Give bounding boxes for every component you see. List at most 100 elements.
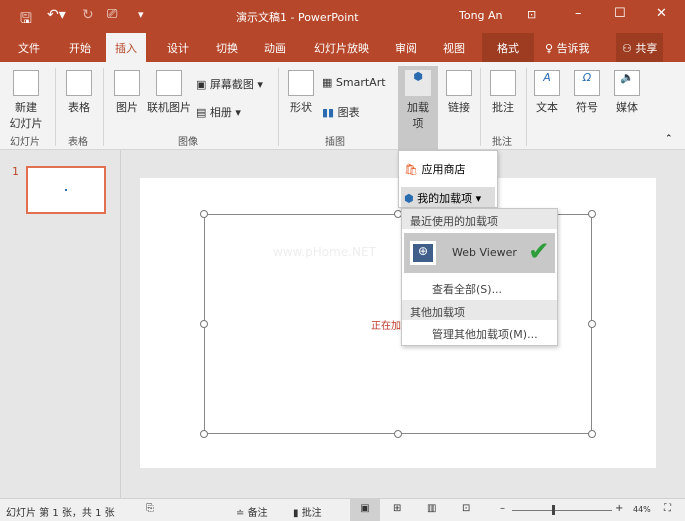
tab-format[interactable]: 格式 <box>482 33 534 62</box>
notes-button[interactable]: ≐ 备注 <box>236 504 268 519</box>
table-icon <box>66 70 92 96</box>
share-button[interactable]: ⚇ 共享 <box>616 33 664 62</box>
comments-button[interactable]: ▮ 批注 <box>293 504 322 519</box>
new-slide-label: 新建 幻灯片 <box>9 101 43 130</box>
addins-label: 加载 项 <box>407 101 429 130</box>
tab-home[interactable]: 开始 <box>69 40 91 56</box>
tab-animations[interactable]: 动画 <box>264 40 286 56</box>
ribbon-display-icon[interactable]: ⊡ <box>527 8 536 21</box>
store-icon: 🛍 <box>404 163 418 176</box>
maximize-button[interactable]: ☐ <box>614 6 626 21</box>
group-images: 图像 <box>178 137 198 148</box>
online-picture-icon <box>156 70 182 96</box>
web-viewer-item[interactable]: ⊕ Web Viewer ✔ <box>404 233 555 273</box>
my-addins-label: 我的加载项 <box>417 192 473 205</box>
tell-me[interactable]: ♀ 告诉我 <box>545 40 590 56</box>
present-icon[interactable]: ⎚ <box>107 7 117 22</box>
store-item[interactable]: 🛍 应用商店 <box>404 161 465 177</box>
undo-icon[interactable]: ↶▾ <box>47 7 66 23</box>
omega-icon: Ω <box>574 70 600 96</box>
new-slide-icon <box>13 70 39 96</box>
user-name[interactable]: Tong An <box>459 9 503 22</box>
symbol-button[interactable]: Ω 符号 <box>570 70 604 115</box>
screenshot-label: 屏幕截图 <box>209 78 254 91</box>
notes-label: 备注 <box>247 508 268 519</box>
tab-file[interactable]: 文件 <box>18 40 40 56</box>
zoom-in-button[interactable]: + <box>615 503 623 514</box>
view-all-item[interactable]: 查看全部(S)... <box>432 281 502 297</box>
tab-review[interactable]: 审阅 <box>395 40 417 56</box>
media-button[interactable]: 🔈 媒体 <box>610 70 644 115</box>
sorter-view-button[interactable]: ⊞ <box>393 503 401 514</box>
tab-transitions[interactable]: 切换 <box>216 40 238 56</box>
other-header: 其他加载项 <box>402 300 557 320</box>
slide-number: 1 <box>12 165 19 178</box>
zoom-out-button[interactable]: – <box>500 503 505 514</box>
picture-icon <box>114 70 140 96</box>
link-button[interactable]: 链接 <box>442 70 476 115</box>
text-icon: A <box>534 70 560 96</box>
group-slides: 幻灯片 <box>10 137 40 148</box>
album-button[interactable]: ▤ 相册 ▾ <box>196 104 241 120</box>
slide-canvas[interactable]: www.pHome.NET 正在加 <box>140 178 656 468</box>
smartart-button[interactable]: ▦ SmartArt <box>322 76 386 89</box>
spellcheck-icon[interactable]: ⎘ <box>146 503 154 514</box>
addins-button[interactable]: ⬢ 加载 项 <box>398 66 438 150</box>
recent-header: 最近使用的加载项 <box>402 209 557 229</box>
chart-icon: ▮▮ <box>322 106 335 119</box>
text-label: 文本 <box>536 101 558 114</box>
addins-dropdown: 🛍 应用商店 ⬢ 我的加载项 ▾ <box>398 150 498 208</box>
minimize-button[interactable]: – <box>575 6 582 21</box>
new-slide-button[interactable]: 新建 幻灯片 <box>6 70 46 131</box>
addins-icon: ⬢ <box>405 70 431 96</box>
comment-icon <box>490 70 516 96</box>
normal-view-button[interactable]: ▣ <box>350 499 380 521</box>
save-icon[interactable]: 🖫 <box>20 8 32 32</box>
shapes-button[interactable]: 形状 <box>284 70 318 115</box>
smartart-label: SmartArt <box>335 76 386 89</box>
slideshow-view-button[interactable]: ⊡ <box>462 503 470 514</box>
comment-button[interactable]: 批注 <box>486 70 520 115</box>
zoom-slider-thumb[interactable] <box>552 505 555 515</box>
shapes-label: 形状 <box>290 101 312 114</box>
album-label: 相册 <box>209 106 232 119</box>
fit-slide-icon[interactable]: ⛶ <box>664 503 671 514</box>
tab-insert[interactable]: 插入 <box>106 33 146 62</box>
online-picture-button[interactable]: 联机图片 <box>146 70 192 115</box>
tab-view[interactable]: 视图 <box>443 40 465 56</box>
slide-thumbnail[interactable] <box>26 166 106 214</box>
zoom-level[interactable]: 44% <box>633 505 651 514</box>
table-button[interactable]: 表格 <box>62 70 96 115</box>
close-button[interactable]: ✕ <box>656 6 667 21</box>
addins-icon: ⬢ <box>404 192 414 205</box>
status-bar: 幻灯片 第 1 张，共 1 张 ⎘ ≐ 备注 ▮ 批注 ▣ ⊞ ▥ ⊡ – + … <box>0 498 685 521</box>
redo-icon[interactable]: ↻ <box>82 7 94 23</box>
slide-info: 幻灯片 第 1 张，共 1 张 <box>6 508 115 519</box>
shapes-icon <box>288 70 314 96</box>
chart-label: 图表 <box>337 106 360 119</box>
globe-icon: ⊕ <box>410 241 436 265</box>
my-addins-button[interactable]: ⬢ 我的加载项 ▾ <box>401 187 495 207</box>
reading-view-button[interactable]: ▥ <box>427 503 436 514</box>
zoom-slider[interactable] <box>512 505 612 515</box>
screenshot-button[interactable]: ▣ 屏幕截图 ▾ <box>196 76 263 92</box>
my-addins-menu: 最近使用的加载项 ⊕ Web Viewer ✔ 查看全部(S)... 其他加载项… <box>401 208 558 346</box>
loading-text: 正在加 <box>371 321 401 332</box>
picture-button[interactable]: 图片 <box>110 70 144 115</box>
manage-addins-item[interactable]: 管理其他加载项(M)... <box>432 326 538 342</box>
chart-button[interactable]: ▮▮ 图表 <box>322 104 360 120</box>
web-viewer-label: Web Viewer <box>452 246 517 259</box>
collapse-ribbon-icon[interactable]: ⌃ <box>665 134 673 144</box>
media-label: 媒体 <box>616 101 638 114</box>
customize-qat-icon[interactable]: ▾ <box>138 8 144 21</box>
online-picture-label: 联机图片 <box>147 101 191 114</box>
tab-design[interactable]: 设计 <box>167 40 189 56</box>
window-title: 演示文稿1 - PowerPoint <box>236 11 359 24</box>
group-illustrations: 插图 <box>325 137 345 148</box>
tab-slideshow[interactable]: 幻灯片放映 <box>314 40 369 56</box>
group-tables: 表格 <box>68 137 88 148</box>
ribbon: 新建 幻灯片 表格 图片 联机图片 ▣ 屏幕截图 ▾ ▤ 相册 ▾ 形状 ▦ S… <box>0 62 685 150</box>
panel-divider[interactable] <box>120 150 121 498</box>
text-button[interactable]: A 文本 <box>530 70 564 115</box>
link-icon <box>446 70 472 96</box>
